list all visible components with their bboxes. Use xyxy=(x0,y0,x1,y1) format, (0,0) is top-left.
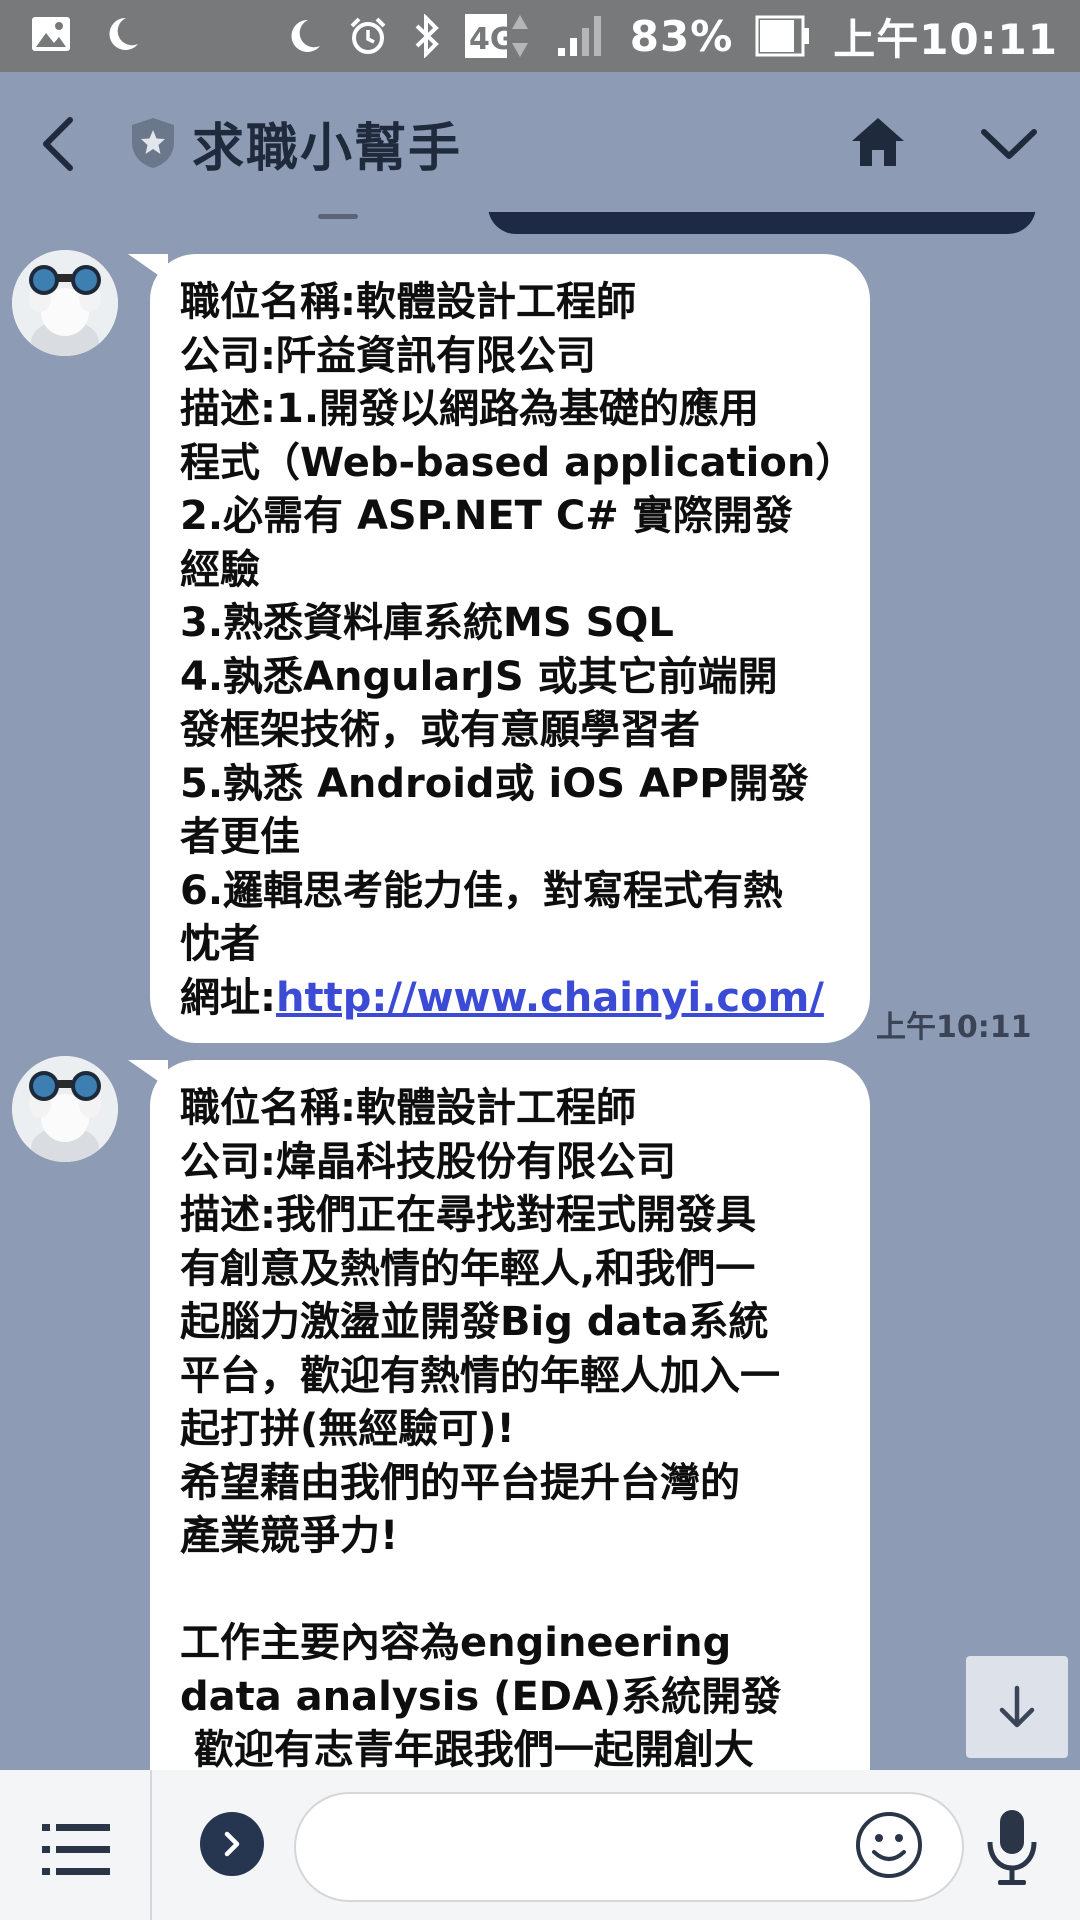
home-icon xyxy=(852,118,904,166)
message-bubble[interactable]: 職位名稱:軟體設計工程師 公司:阡益資訊有限公司 描述:1.開發以網路為基礎的應… xyxy=(150,254,870,1043)
back-button[interactable] xyxy=(36,112,80,176)
message-line: 工作主要內容為engineering xyxy=(180,1620,732,1666)
status-time: 上午10:11 xyxy=(833,14,1058,64)
url-line: 網址:http://www.chainyi.com/ xyxy=(180,972,842,1026)
back-arrow-icon xyxy=(43,117,73,171)
message-line: 程式（Web-based application） xyxy=(180,439,856,486)
message-bubble[interactable]: 職位名稱:軟體設計工程師 公司:煒晶科技股份有限公司 描述:我們正在尋找對程式開… xyxy=(150,1060,870,1770)
binoculars-job-avatar xyxy=(12,250,118,356)
message-line: 平台，歡迎有熱情的年輕人加入一 xyxy=(180,1352,780,1399)
message-line: 希望藉由我們的平台提升台灣的 xyxy=(180,1459,740,1506)
message-line: 歡迎有志青年跟我們一起開創大 xyxy=(180,1727,754,1770)
message-line: 發框架技術，或有意願學習者 xyxy=(180,707,700,753)
message-line: 起打拼(無經驗可)! xyxy=(180,1406,515,1452)
bluetooth-icon xyxy=(412,14,442,58)
shield-star-icon xyxy=(130,116,176,170)
svg-text:4G: 4G xyxy=(469,22,515,57)
message-line: 有創意及熱情的年輕人,和我們一 xyxy=(180,1245,756,1292)
url-label: 網址: xyxy=(180,974,276,1021)
menu-button[interactable] xyxy=(40,1820,112,1880)
message-timestamp: 上午10:11 xyxy=(876,1010,1032,1045)
previous-message-bubble xyxy=(488,212,1036,234)
message-line: 經驗 xyxy=(180,546,260,593)
home-button[interactable] xyxy=(850,114,906,170)
microphone-button[interactable] xyxy=(984,1808,1040,1888)
message-line: 職位名稱:軟體設計工程師 xyxy=(180,1085,636,1131)
scroll-to-bottom-button[interactable] xyxy=(966,1656,1068,1758)
message-line: 描述:我們正在尋找對程式開發具 xyxy=(180,1192,756,1238)
message-line: data analysis (EDA)系統開發 xyxy=(180,1673,782,1720)
image-icon xyxy=(30,15,72,53)
list-menu-icon xyxy=(42,1824,110,1875)
message-line: 公司:阡益資訊有限公司 xyxy=(180,332,596,379)
chat-area[interactable]: 職位名稱:軟體設計工程師 公司:阡益資訊有限公司 描述:1.開發以網路為基礎的應… xyxy=(0,212,1080,1770)
previous-message-fragment xyxy=(318,214,358,219)
divider xyxy=(150,1770,152,1920)
avatar[interactable] xyxy=(12,1056,118,1162)
message-line: 描述:1.開發以網路為基礎的應用 xyxy=(180,386,760,432)
chevron-down-icon xyxy=(981,129,1037,159)
microphone-icon xyxy=(987,1810,1037,1885)
message-line: 起腦力激盪並開發Big data系統 xyxy=(180,1299,769,1345)
arrow-down-icon xyxy=(999,1685,1035,1728)
chat-header: 求職小幫手 xyxy=(0,72,1080,212)
message-line: 職位名稱:軟體設計工程師 xyxy=(180,279,636,325)
signal-icon xyxy=(556,14,608,58)
smiley-icon xyxy=(856,1812,922,1878)
battery-percent: 83% xyxy=(629,11,734,61)
4g-icon: 4G xyxy=(464,11,534,61)
message-line: 產業競爭力! xyxy=(180,1513,399,1559)
message-line: 4.孰悉AngularJS 或其它前端開 xyxy=(180,653,778,700)
avatar[interactable] xyxy=(12,250,118,356)
status-bar: 4G 83% 上午10:11 xyxy=(0,0,1080,72)
alarm-icon xyxy=(346,14,390,58)
moon-icon xyxy=(102,14,142,54)
message-line: 2.必需有 ASP.NET C# 實際開發 xyxy=(180,493,793,539)
binoculars-job-avatar xyxy=(12,1056,118,1162)
message-line: 5.孰悉 Android或 iOS APP開發 xyxy=(180,760,809,807)
message-line: 3.熟悉資料庫系統MS SQL xyxy=(180,600,674,646)
emoji-button[interactable] xyxy=(854,1810,924,1880)
input-bar xyxy=(0,1770,1080,1920)
chevron-right-icon xyxy=(224,1831,240,1857)
battery-icon xyxy=(755,14,811,58)
chat-title: 求職小幫手 xyxy=(192,119,463,179)
message-line: 忱者 xyxy=(180,921,260,967)
message-line: 6.邏輯思考能力佳，對寫程式有熱 xyxy=(180,867,784,914)
expand-button[interactable] xyxy=(200,1812,264,1876)
message-line: 公司:煒晶科技股份有限公司 xyxy=(180,1138,676,1185)
chevron-down-button[interactable] xyxy=(978,124,1040,164)
url-link[interactable]: http://www.chainyi.com/ xyxy=(276,975,824,1021)
message-line: 者更佳 xyxy=(180,814,300,860)
moon-icon xyxy=(284,16,324,56)
